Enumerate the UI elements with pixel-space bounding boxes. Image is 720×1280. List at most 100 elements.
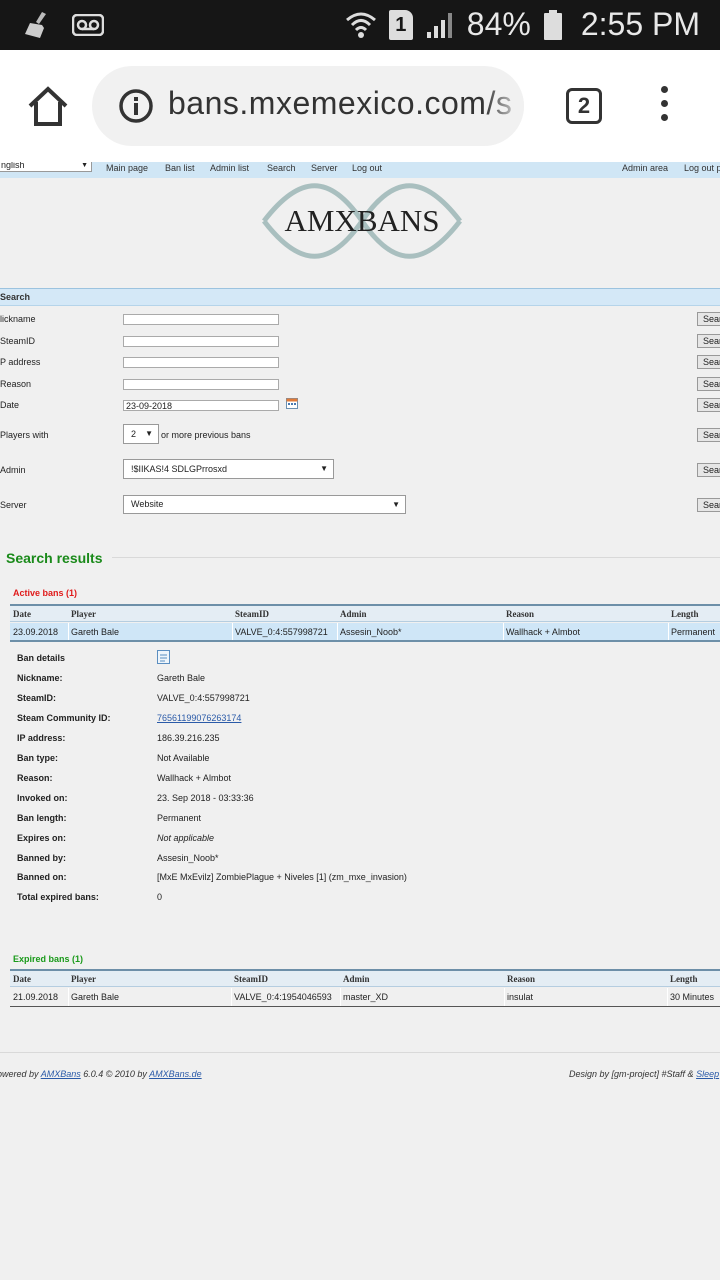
sim-icon: 1 xyxy=(388,9,413,40)
label-ip-address: P address xyxy=(0,357,41,367)
results-divider xyxy=(112,557,720,558)
info-icon[interactable] xyxy=(118,88,154,124)
nickname-input[interactable] xyxy=(123,314,279,325)
cell-length: 30 Minutes xyxy=(670,992,715,1002)
detail-nickname-label: Nickname: xyxy=(17,673,63,683)
reason-input[interactable] xyxy=(123,379,279,390)
active-ban-row[interactable]: 23.09.2018 Gareth Bale VALVE_0:4:5579987… xyxy=(10,623,720,642)
detail-banned-on-value: [MxE MxEvilz] ZombiePlague + Niveles [1]… xyxy=(157,872,407,882)
admin-select[interactable]: !$IIKAS!4 SDLGPrrosxd ▼ xyxy=(123,459,334,479)
steamid-input[interactable] xyxy=(123,336,279,347)
detail-steamid-value: VALVE_0:4:557998721 xyxy=(157,693,250,703)
label-steamid: SteamID xyxy=(0,336,36,346)
date-input[interactable]: 23-09-2018 xyxy=(123,400,279,411)
amxbans-logo[interactable]: AMXBANS xyxy=(260,182,464,260)
footer-divider xyxy=(0,1052,720,1053)
col-admin[interactable]: Admin xyxy=(340,609,367,619)
document-icon[interactable] xyxy=(157,650,170,664)
footer-design-text: Design by [gm-project] #Staff & xyxy=(569,1069,694,1079)
address-bar[interactable]: bans.mxemexico.com/s xyxy=(92,66,524,146)
label-date: Date xyxy=(0,400,20,410)
nav-admin-list[interactable]: Admin list xyxy=(210,163,249,173)
expired-bans-title: Expired bans (1) xyxy=(13,954,84,964)
detail-banned-by-label: Banned by: xyxy=(17,853,67,863)
search-date-button[interactable]: Search xyxy=(697,398,720,412)
search-admin-button[interactable]: Search xyxy=(697,463,720,477)
detail-banned-on-label: Banned on: xyxy=(17,872,67,882)
nav-admin-area[interactable]: Admin area xyxy=(622,163,668,173)
wifi-icon xyxy=(345,12,376,38)
search-steamid-button[interactable]: Search xyxy=(697,334,720,348)
detail-ban-type-label: Ban type: xyxy=(17,753,59,763)
browser-toolbar: bans.mxemexico.com/s 2 xyxy=(0,50,720,162)
previous-bans-select[interactable]: 2 ▼ xyxy=(123,424,159,444)
calendar-icon[interactable] xyxy=(286,398,298,409)
active-bans-title: Active bans (1) xyxy=(13,588,78,598)
url-text[interactable]: bans.mxemexico.com/s xyxy=(168,85,512,122)
battery-icon xyxy=(543,9,562,40)
search-ip-button[interactable]: Search xyxy=(697,355,720,369)
detail-ip-value: 186.39.216.235 xyxy=(157,733,220,743)
web-page: nglish ▼ Main page Ban list Admin list Se… xyxy=(0,162,720,1280)
detail-expires-value: Not applicable xyxy=(157,833,215,843)
nav-server[interactable]: Server xyxy=(311,163,338,173)
broom-icon xyxy=(25,12,46,38)
col-player[interactable]: Player xyxy=(71,609,96,619)
ip-address-input[interactable] xyxy=(123,357,279,368)
cell-player: Gareth Bale xyxy=(71,992,120,1002)
detail-reason-label: Reason: xyxy=(17,773,53,783)
col-steamid[interactable]: SteamID xyxy=(235,609,269,619)
home-icon[interactable] xyxy=(26,84,70,128)
url-fade xyxy=(484,66,524,146)
col-reason[interactable]: Reason xyxy=(507,974,535,984)
col-reason[interactable]: Reason xyxy=(506,609,534,619)
search-players-button[interactable]: Search xyxy=(697,428,720,442)
cell-reason: insulat xyxy=(507,992,534,1002)
overflow-menu-icon[interactable] xyxy=(656,86,672,126)
expired-ban-row[interactable]: 21.09.2018 Gareth Bale VALVE_0:4:1954046… xyxy=(10,988,720,1007)
nav-log-out-right[interactable]: Log out p xyxy=(684,163,720,173)
detail-invoked-label: Invoked on: xyxy=(17,793,68,803)
search-header: Search xyxy=(0,288,720,306)
search-nickname-button[interactable]: Search xyxy=(697,312,720,326)
footer-amxbans-de-link[interactable]: AMXBans.de xyxy=(149,1069,202,1079)
col-date[interactable]: Date xyxy=(13,974,31,984)
nav-search[interactable]: Search xyxy=(267,163,296,173)
detail-nickname-value: Gareth Bale xyxy=(157,673,206,683)
detail-length-value: Permanent xyxy=(157,813,202,823)
nav-ban-list[interactable]: Ban list xyxy=(165,163,195,173)
col-steamid[interactable]: SteamID xyxy=(234,974,268,984)
search-reason-button[interactable]: Search xyxy=(697,377,720,391)
col-length[interactable]: Length xyxy=(671,609,699,619)
detail-length-label: Ban length: xyxy=(17,813,67,823)
cell-date: 21.09.2018 xyxy=(13,992,59,1002)
steam-community-link[interactable]: 76561199076263174 xyxy=(157,713,241,723)
col-date[interactable]: Date xyxy=(13,609,31,619)
footer-sleep-link[interactable]: Sleep xyxy=(696,1069,719,1079)
server-select[interactable]: Website ▼ xyxy=(123,495,406,514)
nav-log-out[interactable]: Log out xyxy=(352,163,382,173)
expired-bans-header: Date Player SteamID Admin Reason Length xyxy=(10,969,720,987)
nav-main-page[interactable]: Main page xyxy=(106,163,148,173)
signal-icon xyxy=(426,12,452,38)
search-server-button[interactable]: Search xyxy=(697,498,720,512)
footer-powered-by: owered by AMXBans 6.0.4 © 2010 by AMXBan… xyxy=(0,1069,202,1079)
label-reason: Reason xyxy=(0,379,32,389)
footer-design-by: Design by [gm-project] #Staff & Sleep xyxy=(569,1069,719,1079)
label-server: Server xyxy=(0,500,27,510)
cell-steamid: VALVE_0:4:557998721 xyxy=(235,627,328,637)
footer-amxbans-link[interactable]: AMXBans xyxy=(41,1069,81,1079)
tab-switcher-button[interactable]: 2 xyxy=(566,88,602,124)
col-admin[interactable]: Admin xyxy=(343,974,370,984)
ban-details-label: Ban details xyxy=(17,653,66,663)
detail-reason-value: Wallhack + Almbot xyxy=(157,773,231,783)
detail-community-id-label: Steam Community ID: xyxy=(17,713,111,723)
cell-steamid: VALVE_0:4:1954046593 xyxy=(234,992,332,1002)
detail-invoked-value: 23. Sep 2018 - 03:33:36 xyxy=(157,793,254,803)
clock: 2:55 PM xyxy=(580,6,700,42)
cell-length: Permanent xyxy=(671,627,716,637)
col-length[interactable]: Length xyxy=(670,974,698,984)
col-player[interactable]: Player xyxy=(71,974,96,984)
footer-prefix: owered by xyxy=(0,1069,39,1079)
language-select[interactable]: nglish ▼ xyxy=(0,162,92,172)
